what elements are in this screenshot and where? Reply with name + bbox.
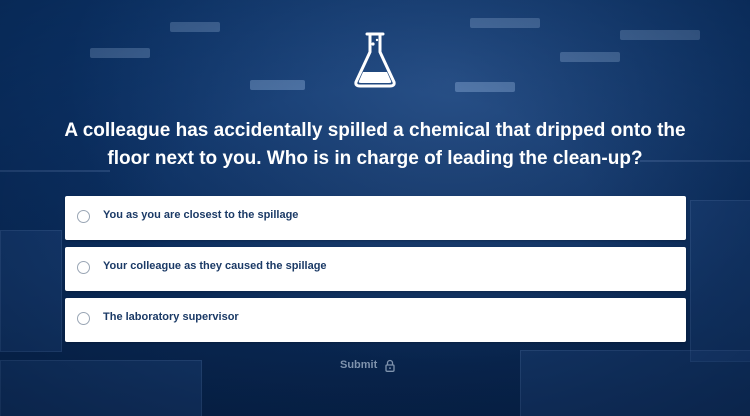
lock-icon: [385, 359, 395, 372]
answer-option-label: You as you are closest to the spillage: [103, 209, 299, 221]
flask-icon: [354, 32, 396, 88]
submit-button[interactable]: Submit: [340, 355, 395, 375]
radio-button[interactable]: [77, 261, 90, 274]
radio-button[interactable]: [77, 210, 90, 223]
question-text: A colleague has accidentally spilled a c…: [64, 120, 686, 169]
submit-label: Submit: [340, 359, 378, 371]
answer-option-label: The laboratory supervisor: [103, 311, 239, 323]
answer-option[interactable]: Your colleague as they caused the spilla…: [65, 247, 686, 291]
answer-option[interactable]: You as you are closest to the spillage: [65, 196, 686, 240]
answer-option[interactable]: The laboratory supervisor: [65, 298, 686, 342]
answer-option-label: Your colleague as they caused the spilla…: [103, 260, 327, 272]
question-panel: A colleague has accidentally spilled a c…: [0, 0, 750, 416]
quiz-screen: A colleague has accidentally spilled a c…: [0, 0, 750, 416]
radio-button[interactable]: [77, 312, 90, 325]
